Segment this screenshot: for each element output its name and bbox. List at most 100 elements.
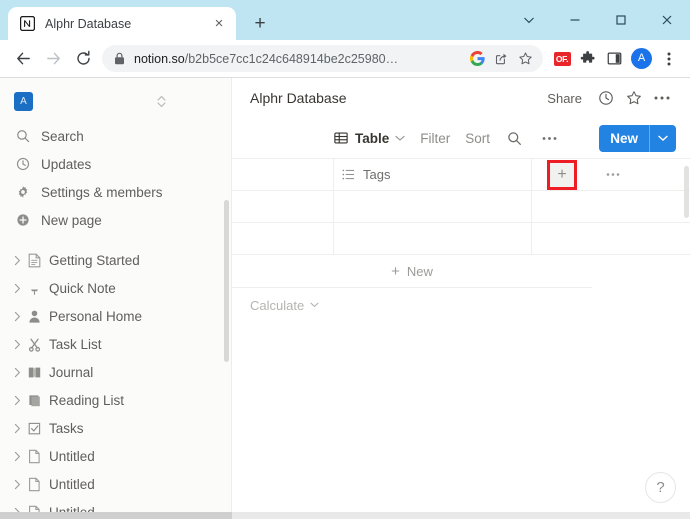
share-button[interactable]: Share: [541, 87, 588, 110]
chevron-down-icon[interactable]: [650, 125, 676, 152]
notion-icon: [19, 16, 35, 32]
close-icon[interactable]: [644, 0, 690, 40]
bookmark-star-icon[interactable]: [513, 47, 537, 71]
table-column-first[interactable]: [232, 159, 334, 190]
chevron-right-icon[interactable]: [10, 283, 24, 294]
puzzle-icon[interactable]: [575, 44, 601, 74]
view-more-ellipsis-icon[interactable]: [538, 127, 560, 149]
close-icon[interactable]: ×: [210, 15, 228, 33]
chevron-right-icon[interactable]: [10, 423, 24, 434]
gear-icon: [14, 185, 32, 199]
google-search-icon[interactable]: [465, 47, 489, 71]
page-more-ellipsis-icon[interactable]: [648, 84, 676, 112]
side-panel-icon[interactable]: [601, 44, 627, 74]
table-column-label: Tags: [363, 167, 391, 182]
add-column-button[interactable]: +: [547, 159, 577, 190]
table-column-tags[interactable]: Tags: [334, 159, 532, 190]
clock-icon: [14, 157, 32, 171]
sidebar-page-untitled-1[interactable]: Untitled: [0, 442, 231, 470]
sidebar-page-personal-home[interactable]: Personal Home: [0, 302, 231, 330]
sidebar-page-label: Getting Started: [49, 252, 140, 268]
browser-tab[interactable]: Alphr Database ×: [8, 7, 236, 40]
search-icon: [14, 129, 32, 143]
sidebar-page-quick-note[interactable]: Quick Note: [0, 274, 231, 302]
document-icon: [24, 477, 44, 492]
table-cell-spacer: [532, 223, 592, 254]
chevron-down-icon[interactable]: [395, 135, 405, 142]
sidebar-item-settings[interactable]: Settings & members: [0, 178, 231, 206]
bottom-bar-inner: [232, 512, 690, 519]
minimize-icon[interactable]: [552, 0, 598, 40]
forward-button[interactable]: [38, 44, 68, 74]
table-row-menu-icon[interactable]: [592, 159, 634, 190]
plus-icon: +: [391, 262, 400, 280]
back-button[interactable]: [8, 44, 38, 74]
sidebar-page-getting-started[interactable]: Getting Started: [0, 246, 231, 274]
document-icon: [24, 253, 44, 268]
sidebar-page-task-list[interactable]: Task List: [0, 330, 231, 358]
table-cell[interactable]: [232, 191, 334, 222]
workspace-avatar: A: [14, 91, 33, 111]
of-extension-icon[interactable]: OF.: [549, 44, 575, 74]
chevron-right-icon[interactable]: [10, 395, 24, 406]
tab-table-view[interactable]: Table: [334, 131, 405, 146]
table-row[interactable]: [232, 223, 690, 255]
url-text: notion.so/b2b5ce7cc1c24c648914be2c25980…: [134, 52, 465, 66]
sidebar-item-label: New page: [41, 212, 102, 228]
database-view-toolbar: Table Filter Sort New: [232, 118, 690, 158]
checkbox-icon: [24, 421, 44, 436]
workspace-switcher[interactable]: A: [0, 84, 231, 118]
calculate-row[interactable]: Calculate: [232, 288, 690, 322]
window-bottom-bar: [0, 512, 690, 519]
filter-button[interactable]: Filter: [420, 131, 450, 146]
chevron-down-icon[interactable]: [310, 302, 319, 308]
table-row[interactable]: [232, 191, 690, 223]
sidebar-item-new-page[interactable]: New page: [0, 206, 231, 234]
favorite-star-icon[interactable]: [620, 84, 648, 112]
chevron-right-icon[interactable]: [10, 479, 24, 490]
chevron-right-icon[interactable]: [10, 367, 24, 378]
share-icon[interactable]: [489, 47, 513, 71]
address-bar[interactable]: notion.so/b2b5ce7cc1c24c648914be2c25980…: [102, 45, 543, 72]
sidebar-page-label: Personal Home: [49, 308, 143, 324]
kebab-menu-icon[interactable]: [656, 44, 682, 74]
sidebar-scrollbar[interactable]: [224, 200, 229, 362]
table-icon: [334, 131, 348, 145]
sidebar-page-tasks[interactable]: Tasks: [0, 414, 231, 442]
sidebar-page-untitled-2[interactable]: Untitled: [0, 470, 231, 498]
chevron-right-icon[interactable]: [10, 255, 24, 266]
sidebar-page-label: Untitled: [49, 448, 95, 464]
help-button[interactable]: ?: [645, 472, 676, 503]
notion-main-content: Alphr Database Share Table Filter Sort N…: [232, 78, 690, 519]
maximize-icon[interactable]: [598, 0, 644, 40]
sidebar-page-journal[interactable]: Journal: [0, 358, 231, 386]
browser-tab-title: Alphr Database: [45, 16, 132, 31]
new-record-button[interactable]: New: [599, 124, 676, 152]
sidebar-item-search[interactable]: Search: [0, 122, 231, 150]
database-table: Tags + + New Calculate: [232, 158, 690, 322]
sidebar-item-updates[interactable]: Updates: [0, 150, 231, 178]
scissors-icon: [24, 337, 44, 352]
chevron-down-icon[interactable]: [506, 0, 552, 40]
url-domain: notion.so: [134, 51, 185, 66]
new-row-label: New: [406, 263, 433, 279]
new-tab-button[interactable]: +: [246, 9, 274, 37]
sort-button[interactable]: Sort: [465, 131, 490, 146]
profile-avatar[interactable]: A: [631, 48, 652, 69]
main-scrollbar[interactable]: [684, 166, 689, 218]
sidebar-page-list: Getting Started Quick Note Personal Home…: [0, 246, 231, 519]
reload-button[interactable]: [68, 44, 98, 74]
sidebar-page-reading-list[interactable]: Reading List: [0, 386, 231, 414]
chevron-right-icon[interactable]: [10, 339, 24, 350]
table-cell[interactable]: [334, 223, 532, 254]
chevron-right-icon[interactable]: [10, 311, 24, 322]
table-cell[interactable]: [334, 191, 532, 222]
sidebar-page-label: Task List: [49, 336, 102, 352]
new-button-label: New: [610, 130, 638, 146]
chevron-right-icon[interactable]: [10, 451, 24, 462]
chevron-updown-icon[interactable]: [156, 95, 167, 108]
new-row-button[interactable]: + New: [232, 255, 592, 288]
search-icon[interactable]: [503, 127, 525, 149]
table-cell[interactable]: [232, 223, 334, 254]
clock-icon[interactable]: [592, 84, 620, 112]
